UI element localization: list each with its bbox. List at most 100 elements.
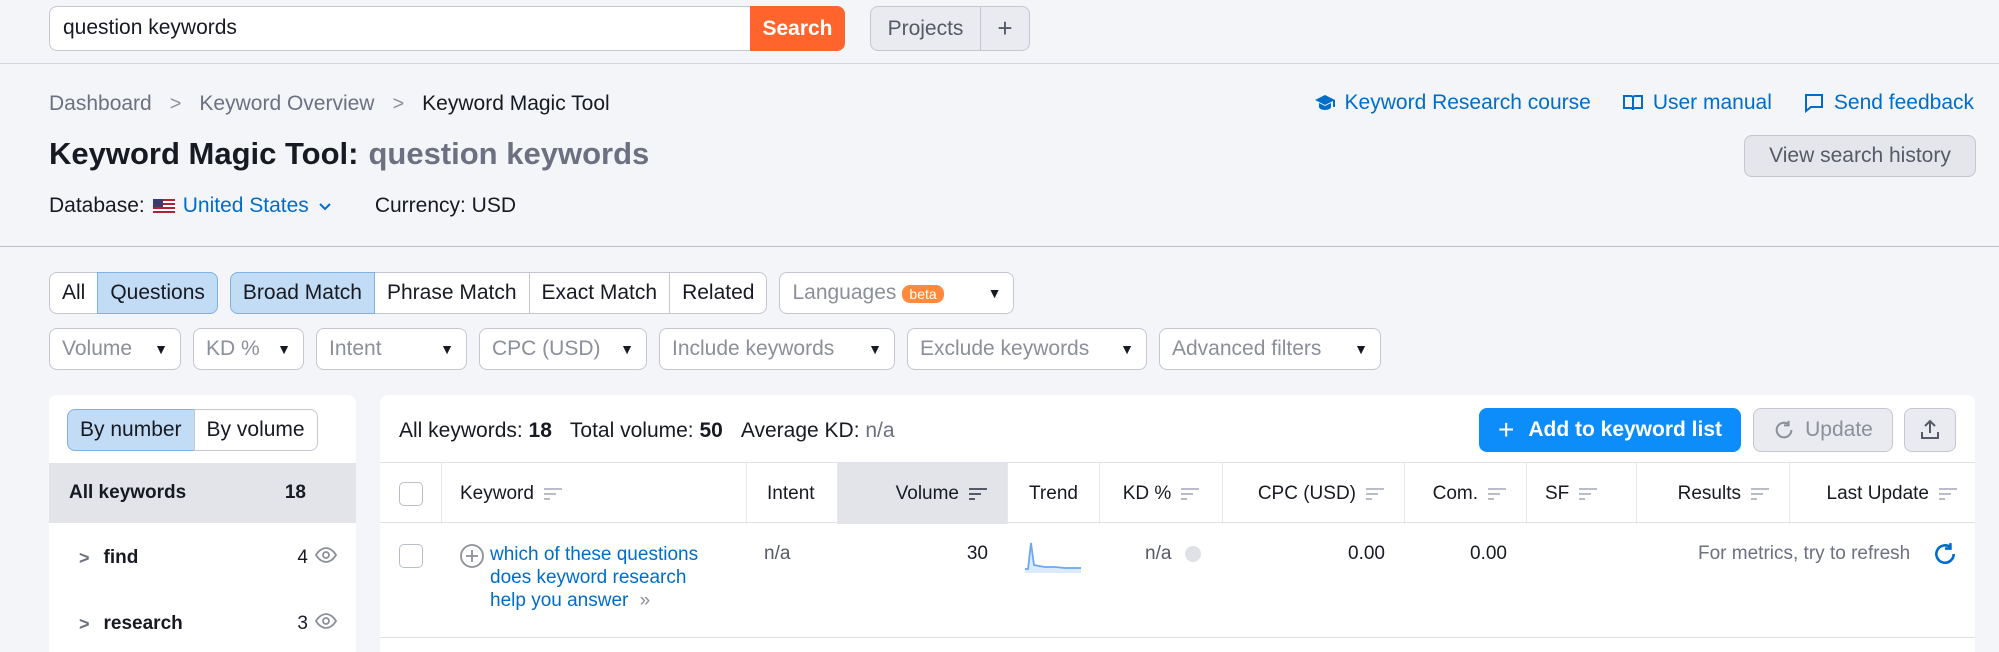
keyword-link[interactable]: which of these questions does keyword re…: [490, 543, 720, 612]
intent-value: n/a: [764, 543, 791, 564]
book-icon: [1622, 95, 1643, 111]
tab-related[interactable]: Related: [669, 272, 768, 314]
advanced-filters[interactable]: Advanced filters ▼: [1159, 328, 1381, 370]
column-intent[interactable]: Intent: [747, 463, 838, 524]
keywords-summary: All keywords: 18 Total volume: 50 Averag…: [399, 419, 895, 442]
update-button[interactable]: Update: [1753, 408, 1893, 452]
eye-icon[interactable]: [314, 543, 338, 573]
add-to-keyword-list-button[interactable]: + Add to keyword list: [1479, 408, 1741, 452]
intent-filter[interactable]: Intent ▼: [316, 328, 467, 370]
table-header: Keyword Intent Volume Trend KD % CPC (US…: [380, 462, 1975, 524]
sort-icon: [1366, 487, 1384, 500]
tab-exact-match[interactable]: Exact Match: [528, 272, 671, 314]
kd-value: n/a: [1145, 543, 1202, 565]
competition-value: 0.00: [1470, 543, 1507, 564]
double-chevron-right-icon[interactable]: »: [640, 590, 651, 611]
group-item[interactable]: > research 3: [49, 604, 356, 644]
search-box: ×: [49, 6, 767, 51]
scope-tabs: All Questions: [49, 272, 218, 314]
all-keywords-count: 18: [284, 482, 306, 503]
column-trend[interactable]: Trend: [1008, 463, 1100, 524]
sort-descending-icon: [969, 487, 987, 500]
cpc-value: 0.00: [1348, 543, 1385, 564]
volume-filter[interactable]: Volume ▼: [49, 328, 181, 370]
languages-dropdown[interactable]: Languages beta ▼: [779, 272, 1015, 314]
table-row: which of these questions does keyword re…: [380, 523, 1975, 638]
column-keyword[interactable]: Keyword: [442, 463, 747, 524]
sort-icon: [1488, 487, 1506, 500]
column-sf[interactable]: SF: [1527, 463, 1637, 524]
match-tabs: Broad Match Phrase Match Exact Match Rel…: [229, 272, 768, 314]
plus-icon: +: [1497, 414, 1515, 445]
chevron-down-icon: ▼: [440, 341, 454, 357]
export-icon: [1921, 419, 1939, 439]
all-keywords-group[interactable]: All keywords 18: [49, 463, 356, 523]
tab-questions[interactable]: Questions: [97, 272, 218, 314]
projects-control: Projects +: [870, 6, 1030, 51]
sort-icon: [1751, 487, 1769, 500]
us-flag-icon: [152, 199, 175, 213]
volume-value: 30: [966, 543, 988, 564]
tab-phrase-match[interactable]: Phrase Match: [373, 272, 530, 314]
chevron-down-icon: ▼: [620, 341, 634, 357]
chevron-down-icon: ▼: [277, 341, 291, 357]
sort-icon: [1939, 487, 1957, 500]
chevron-down-icon: ▼: [868, 341, 882, 357]
row-checkbox[interactable]: [399, 544, 423, 568]
chevron-down-icon: [319, 203, 331, 211]
help-links: Keyword Research course User manual Send…: [1313, 91, 1974, 115]
exclude-keywords-filter[interactable]: Exclude keywords ▼: [907, 328, 1147, 370]
tab-broad-match[interactable]: Broad Match: [229, 272, 375, 314]
projects-button[interactable]: Projects: [871, 7, 981, 50]
kd-indicator: [1185, 545, 1202, 562]
select-all-checkbox[interactable]: [398, 481, 423, 506]
match-type-row: All Questions Broad Match Phrase Match E…: [49, 272, 1015, 314]
chevron-right-icon: >: [392, 92, 405, 115]
export-button[interactable]: [1904, 408, 1956, 452]
chevron-down-icon: ▼: [987, 285, 1002, 301]
column-competition[interactable]: Com.: [1405, 463, 1527, 524]
database-label: Database:: [49, 194, 145, 217]
add-keyword-icon[interactable]: [459, 543, 485, 575]
cpc-filter[interactable]: CPC (USD) ▼: [479, 328, 647, 370]
sort-icon: [1579, 487, 1598, 500]
include-keywords-filter[interactable]: Include keywords ▼: [659, 328, 895, 370]
refresh-icon[interactable]: [1932, 541, 1958, 573]
keyword-research-course-link[interactable]: Keyword Research course: [1313, 91, 1591, 115]
user-manual-link[interactable]: User manual: [1621, 91, 1772, 115]
keywords-table-panel: All keywords: 18 Total volume: 50 Averag…: [380, 395, 1975, 652]
database-selector[interactable]: United States: [183, 194, 333, 218]
chevron-down-icon: ▼: [1354, 341, 1368, 357]
tab-all[interactable]: All: [49, 272, 99, 314]
add-project-button[interactable]: +: [981, 7, 1029, 50]
column-results[interactable]: Results: [1637, 463, 1790, 524]
column-kd[interactable]: KD %: [1100, 463, 1223, 524]
by-volume-button[interactable]: By volume: [193, 409, 318, 451]
column-last-update[interactable]: Last Update: [1790, 463, 1975, 524]
group-sort-toggle: By number By volume: [67, 409, 318, 451]
kd-filter[interactable]: KD % ▼: [193, 328, 304, 370]
chat-bubble-icon: [1804, 94, 1823, 114]
graduation-cap-icon: [1314, 95, 1335, 110]
chevron-right-icon[interactable]: >: [79, 614, 90, 635]
send-feedback-link[interactable]: Send feedback: [1802, 91, 1974, 115]
eye-icon[interactable]: [314, 609, 338, 639]
currency-label: Currency: USD: [374, 194, 517, 217]
breadcrumb-dashboard[interactable]: Dashboard: [49, 92, 152, 116]
page-title: Keyword Magic Tool: question keywords: [49, 136, 650, 171]
trend-sparkline: [1025, 539, 1081, 579]
top-search-bar: × Search Projects +: [0, 0, 1999, 64]
breadcrumb-keyword-overview[interactable]: Keyword Overview: [199, 92, 374, 116]
refresh-icon: [1775, 420, 1793, 439]
column-volume[interactable]: Volume: [838, 463, 1008, 524]
chevron-right-icon[interactable]: >: [79, 548, 90, 569]
sort-icon: [543, 487, 562, 500]
select-all-cell: [380, 463, 442, 524]
group-item[interactable]: > find 4: [49, 538, 356, 578]
page-title-query: question keywords: [368, 136, 650, 171]
column-cpc[interactable]: CPC (USD): [1223, 463, 1405, 524]
view-search-history-button[interactable]: View search history: [1744, 135, 1976, 177]
search-input[interactable]: [63, 16, 703, 40]
search-button[interactable]: Search: [750, 6, 845, 51]
by-number-button[interactable]: By number: [67, 409, 195, 451]
